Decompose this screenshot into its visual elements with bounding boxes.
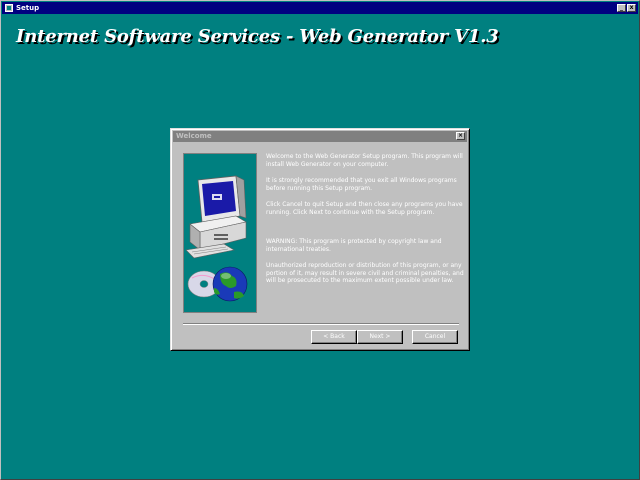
instructions-paragraph: Click Cancel to quit Setup and then clos… — [266, 201, 463, 216]
minimize-button[interactable]: _ — [617, 4, 626, 12]
welcome-text: Welcome to the Web Generator Setup progr… — [266, 153, 464, 294]
next-button[interactable]: Next > — [357, 330, 403, 344]
setup-app-icon[interactable] — [5, 4, 13, 12]
welcome-paragraph: Welcome to the Web Generator Setup progr… — [266, 153, 463, 168]
back-button[interactable]: < Back — [311, 330, 357, 344]
warning-paragraph: WARNING: This program is protected by co… — [266, 238, 442, 253]
product-title: Internet Software Services - Web Generat… — [16, 26, 499, 47]
cancel-button[interactable]: Cancel — [412, 330, 458, 344]
close-button[interactable]: x — [627, 4, 636, 12]
computer-and-globe-illustration — [183, 153, 257, 313]
computer-icon — [185, 175, 248, 302]
window-titlebar[interactable]: Setup _ x — [2, 2, 638, 14]
exit-programs-paragraph: It is strongly recommended that you exit… — [266, 177, 457, 192]
dialog-close-button[interactable]: × — [456, 132, 465, 140]
welcome-dialog: Welcome × Welcome to the Web Generator S… — [170, 128, 470, 351]
dialog-titlebar[interactable]: Welcome × — [173, 131, 467, 142]
legal-paragraph: Unauthorized reproduction or distributio… — [266, 262, 464, 284]
dialog-title: Welcome — [176, 132, 212, 140]
window-title: Setup — [16, 4, 40, 12]
button-separator — [183, 323, 459, 325]
